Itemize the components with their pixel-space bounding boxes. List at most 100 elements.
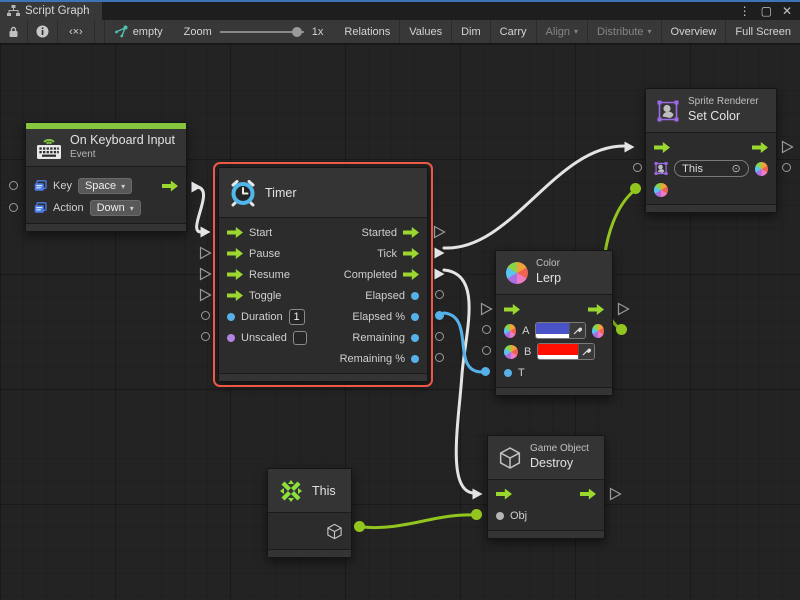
value-input-port[interactable] [227, 334, 235, 342]
flow-input-port[interactable] [227, 248, 243, 259]
tab-script-graph[interactable]: Script Graph [0, 2, 102, 20]
value-output-port[interactable] [411, 355, 419, 363]
action-dropdown[interactable]: Down ▾ [90, 200, 141, 216]
node-color-lerp[interactable]: Color Lerp A [495, 250, 613, 396]
graph-canvas[interactable]: On Keyboard Input Event Key Space ▾ [0, 44, 800, 599]
external-flow-port-connected[interactable] [433, 267, 446, 281]
value-output-port[interactable] [411, 313, 419, 321]
flow-output-port[interactable] [403, 269, 419, 280]
flow-output-port[interactable] [580, 489, 596, 500]
flow-input-port[interactable] [654, 142, 670, 153]
external-port-circle[interactable] [9, 203, 18, 212]
flow-input-port[interactable] [504, 304, 520, 315]
values-button[interactable]: Values [400, 20, 452, 43]
external-port-circle[interactable] [482, 346, 491, 355]
value-input-port[interactable] [227, 313, 235, 321]
window-menu-icon[interactable]: ⋮ [739, 4, 751, 18]
external-flow-port-connected[interactable] [199, 225, 212, 239]
external-port-circle[interactable] [201, 311, 210, 320]
flow-input-port[interactable] [227, 290, 243, 301]
overview-button[interactable]: Overview [662, 20, 727, 43]
flow-output-port[interactable] [162, 181, 178, 192]
value-input-port[interactable] [504, 369, 512, 377]
close-icon[interactable]: ✕ [782, 4, 792, 18]
color-field-b[interactable] [537, 343, 595, 360]
port-row-obj: Obj [488, 505, 604, 527]
external-flow-port-connected[interactable] [433, 246, 446, 260]
external-port-circle[interactable] [782, 163, 791, 172]
external-flow-port-connected[interactable] [471, 487, 484, 501]
external-port-circle[interactable] [9, 181, 18, 190]
info-button[interactable] [28, 20, 58, 43]
external-port-circle-connected[interactable] [481, 367, 490, 376]
unscaled-checkbox[interactable] [293, 331, 307, 345]
duration-field[interactable]: 1 [289, 309, 305, 325]
external-flow-port-connected[interactable] [623, 140, 636, 154]
zoom-slider[interactable] [220, 26, 304, 38]
lock-button[interactable] [0, 20, 28, 43]
color-type-icon [504, 345, 518, 359]
external-flow-port[interactable] [781, 140, 794, 154]
external-port-circle[interactable] [201, 332, 210, 341]
external-flow-port[interactable] [199, 267, 212, 281]
external-port-circle[interactable] [435, 353, 444, 362]
external-port-circle[interactable] [435, 332, 444, 341]
carry-button[interactable]: Carry [491, 20, 537, 43]
external-flow-port[interactable] [617, 302, 630, 316]
external-port-connected-green[interactable] [630, 183, 641, 194]
eyedropper-button[interactable] [569, 323, 585, 338]
graph-breadcrumb[interactable]: empty [105, 20, 172, 43]
flow-input-port[interactable] [227, 227, 243, 238]
value-output-port[interactable] [411, 292, 419, 300]
color-wheel-icon [506, 262, 528, 284]
color-output-port-icon[interactable] [592, 324, 604, 338]
value-output-port[interactable] [411, 334, 419, 342]
flow-input-port[interactable] [227, 269, 243, 280]
eyedropper-button[interactable] [578, 344, 594, 359]
zoom-slider-handle[interactable] [292, 27, 302, 37]
fullscreen-button[interactable]: Full Screen [726, 20, 800, 43]
graph-icon [114, 25, 129, 38]
external-flow-port-connected[interactable] [190, 180, 203, 194]
flow-input-port[interactable] [496, 489, 512, 500]
external-port-circle-connected[interactable] [435, 311, 444, 320]
relations-button[interactable]: Relations [335, 20, 400, 43]
external-port-circle[interactable] [482, 325, 491, 334]
dim-button[interactable]: Dim [452, 20, 491, 43]
graph-toolbar: ‹×› empty Zoom 1x Relations Values Dim C… [0, 20, 800, 44]
external-port-circle[interactable] [435, 290, 444, 299]
external-flow-port[interactable] [480, 302, 493, 316]
flow-output-port[interactable] [403, 227, 419, 238]
flow-output-port[interactable] [403, 248, 419, 259]
flow-output-port[interactable] [752, 142, 768, 153]
external-port-circle[interactable] [633, 163, 642, 172]
external-flow-port[interactable] [199, 246, 212, 260]
value-input-port[interactable] [496, 512, 504, 520]
node-this[interactable]: This [267, 468, 352, 558]
info-icon [36, 25, 49, 38]
target-object-field[interactable]: This ⊙ [674, 160, 749, 177]
external-port-connected-green[interactable] [616, 324, 627, 335]
color-input-port-icon[interactable] [654, 183, 668, 197]
key-dropdown[interactable]: Space ▾ [78, 178, 132, 194]
node-timer[interactable]: Timer Start Started Pause Tick Resume Co… [218, 167, 428, 382]
port-row [496, 299, 612, 320]
game-object-cube-icon[interactable] [326, 523, 343, 540]
external-port-connected-green[interactable] [471, 509, 482, 520]
toolbar-right-group: Relations Values Dim Carry Align ▾ Distr… [335, 20, 800, 43]
external-flow-port[interactable] [199, 288, 212, 302]
script-graph-window: Script Graph ⋮ ▢ ✕ ‹×› [0, 0, 800, 600]
node-set-color[interactable]: Sprite Renderer Set Color [645, 88, 777, 213]
object-picker-icon[interactable]: ⊙ [732, 162, 741, 175]
zoom-control: Zoom 1x [172, 20, 336, 43]
external-port-connected-green[interactable] [354, 521, 365, 532]
code-preview-button[interactable]: ‹×› [58, 20, 95, 43]
color-output-port-icon[interactable] [755, 162, 768, 176]
color-field-a[interactable] [535, 322, 585, 339]
node-on-keyboard-input[interactable]: On Keyboard Input Event Key Space ▾ [25, 122, 187, 232]
node-destroy[interactable]: Game Object Destroy Obj [487, 435, 605, 539]
maximize-icon[interactable]: ▢ [761, 4, 772, 18]
external-flow-port[interactable] [433, 225, 446, 239]
flow-output-port[interactable] [588, 304, 604, 315]
external-flow-port[interactable] [609, 487, 622, 501]
